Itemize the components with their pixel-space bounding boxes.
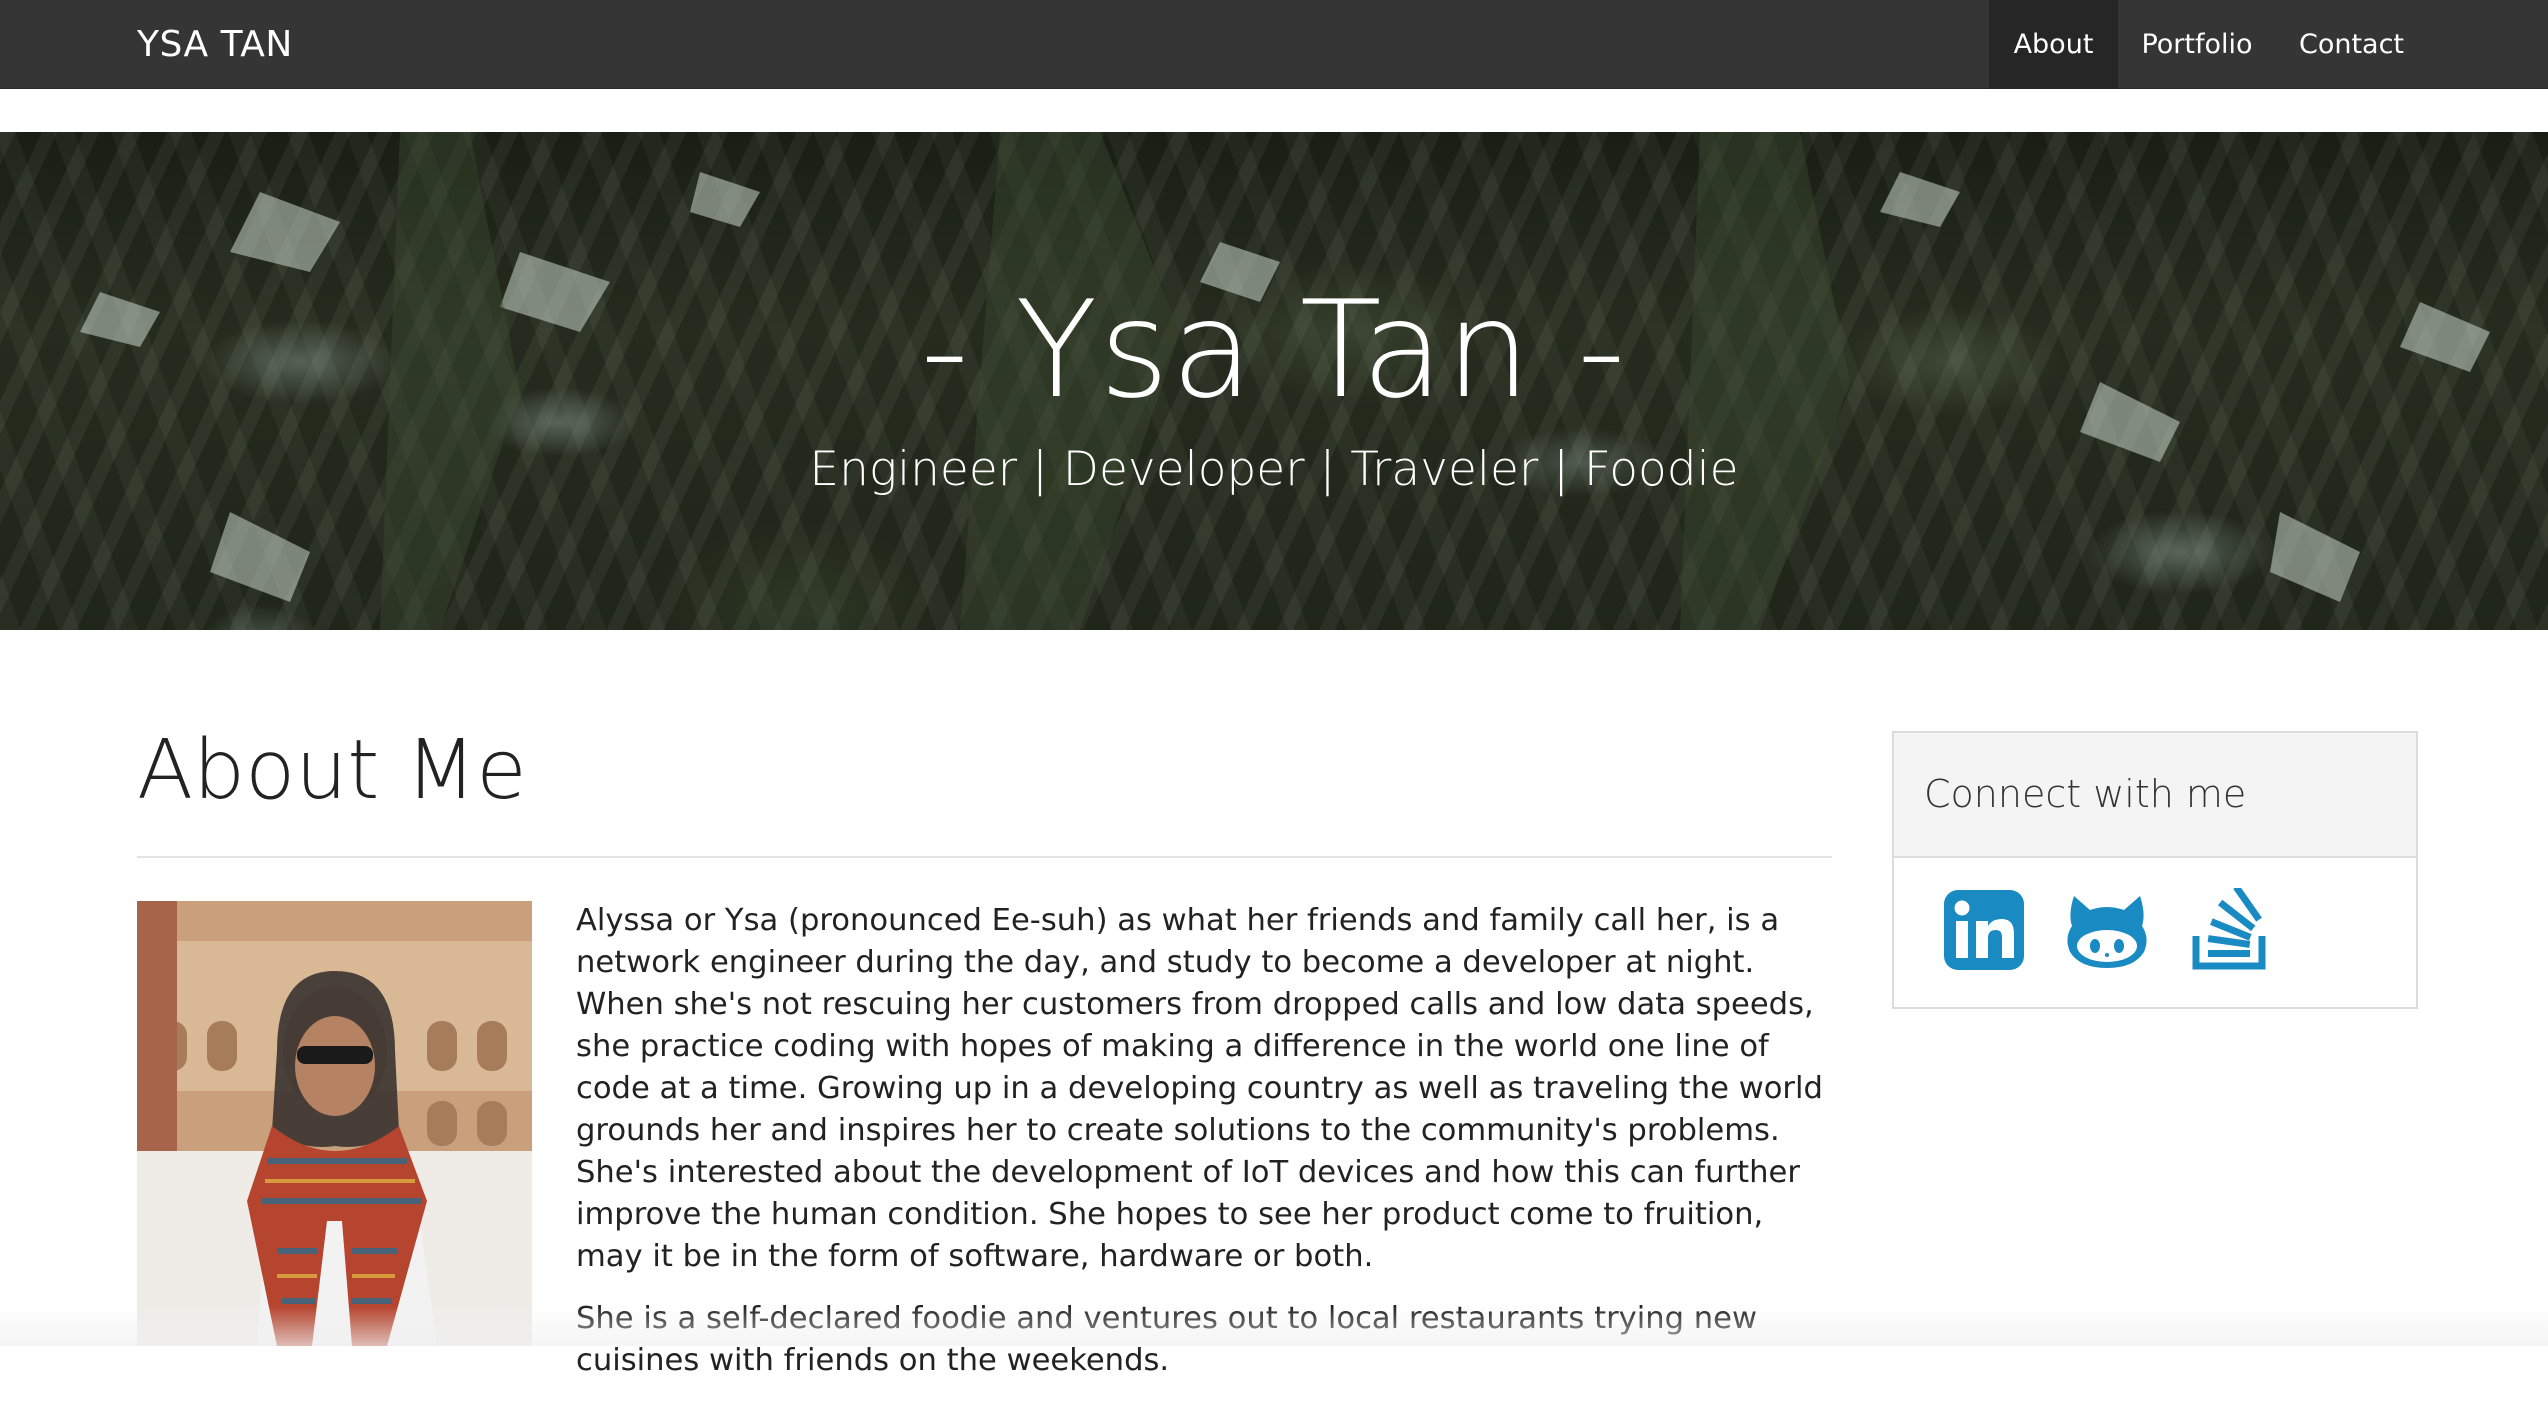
nav-links: About Portfolio Contact — [1989, 0, 2548, 89]
bio-paragraph-1: Alyssa or Ysa (pronounced Ee-suh) as wha… — [576, 903, 1823, 1274]
bio-paragraph-2: She is a self-declared foodie and ventur… — [576, 1301, 1758, 1378]
bio-text: Alyssa or Ysa (pronounced Ee-suh) as wha… — [576, 900, 1834, 1402]
profile-photo-illustration — [137, 901, 532, 1346]
brand-logo-link[interactable]: YSA TAN — [137, 0, 293, 89]
nav-link-about[interactable]: About — [1989, 0, 2118, 89]
social-icons — [1894, 858, 2416, 1008]
github-icon[interactable] — [2062, 888, 2152, 972]
profile-photo — [137, 901, 532, 1346]
connect-panel-title: Connect with me — [1894, 733, 2416, 858]
top-navbar: YSA TAN About Portfolio Contact — [0, 0, 2548, 89]
stackoverflow-icon[interactable] — [2188, 888, 2272, 972]
nav-link-portfolio[interactable]: Portfolio — [2118, 0, 2276, 89]
hero-banner: - Ysa Tan - Engineer | Developer | Trave… — [0, 132, 2548, 630]
hero-subtitle: Engineer | Developer | Traveler | Foodie — [809, 442, 1739, 497]
connect-panel: Connect with me — [1892, 731, 2418, 1009]
about-heading: About Me — [137, 723, 527, 818]
linkedin-icon[interactable] — [1942, 888, 2026, 972]
nav-link-contact[interactable]: Contact — [2276, 0, 2427, 89]
hero-title: - Ysa Tan - — [920, 272, 1628, 428]
about-divider — [137, 856, 1832, 858]
